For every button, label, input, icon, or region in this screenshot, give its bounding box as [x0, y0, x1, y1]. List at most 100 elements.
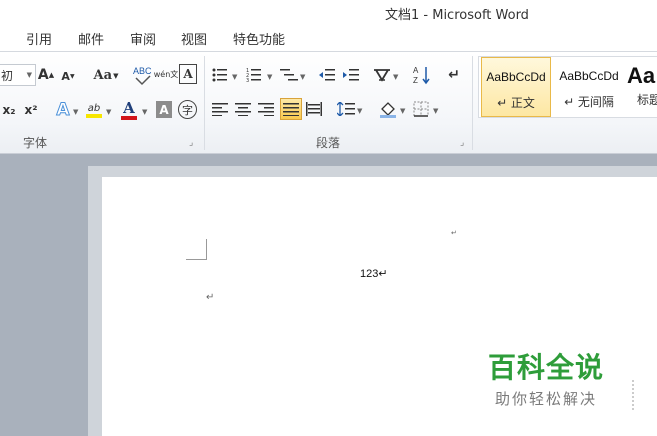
decrease-indent-button[interactable] [318, 66, 336, 84]
group-separator [472, 56, 473, 150]
line-spacing-icon [337, 102, 355, 116]
svg-text:3: 3 [246, 78, 249, 82]
style-sample: AaBbCcDd [559, 69, 619, 83]
align-left-icon [212, 103, 228, 116]
chevron-down-icon[interactable]: ▼ [433, 107, 438, 115]
clear-format-button[interactable]: ABC [131, 63, 153, 87]
text-effect-icon: A [56, 100, 70, 121]
style-heading[interactable]: Aa 标题 [627, 57, 657, 117]
window-title: 文档1 - Microsoft Word [385, 8, 529, 23]
multilevel-list-button[interactable] [279, 66, 299, 84]
paint-bucket-icon [380, 102, 396, 118]
svg-text:A: A [413, 66, 419, 75]
numbering-button[interactable]: 123 [245, 66, 263, 84]
down-arrow-icon: ▼ [69, 72, 75, 80]
style-name: ↵ 无间隔 [564, 95, 614, 109]
char-shading-button[interactable]: A [156, 101, 172, 118]
numbering-icon: 123 [246, 68, 261, 82]
align-right-icon [258, 103, 274, 116]
subscript-button[interactable]: x₂ [0, 100, 18, 120]
tab-references[interactable]: 引用 [26, 29, 52, 48]
svg-text:ABC: ABC [133, 66, 152, 76]
highlighter-icon: ab [87, 102, 101, 114]
font-size-box[interactable]: 初 ▼ [0, 64, 36, 86]
increase-indent-icon [343, 69, 359, 81]
enclose-char-button[interactable]: 字 [178, 100, 197, 119]
font-dialog-launcher-icon[interactable]: ⌟ [189, 138, 193, 148]
char-border-button[interactable]: A [179, 64, 197, 84]
font-size-value: 初 [1, 68, 14, 83]
chevron-down-icon[interactable]: ▼ [357, 107, 362, 115]
paragraph-dialog-launcher-icon[interactable]: ⌟ [460, 138, 464, 148]
watermark: 百科全说 助你轻松解决 [488, 346, 604, 409]
multilevel-list-icon [280, 69, 298, 81]
chevron-down-icon[interactable]: ▼ [232, 73, 237, 81]
increase-indent-button[interactable] [342, 66, 360, 84]
watermark-subtitle: 助你轻松解决 [495, 390, 598, 408]
chevron-down-icon: ▼ [113, 70, 119, 80]
shading-button[interactable] [378, 99, 398, 119]
svg-text:Z: Z [413, 76, 418, 85]
justify-button[interactable] [280, 98, 302, 120]
chinese-layout-button[interactable] [372, 65, 392, 85]
font-group-label: 字体 [23, 136, 48, 150]
phonetic-guide-icon: wén文 [153, 70, 179, 79]
chevron-down-icon[interactable]: ▼ [106, 108, 111, 116]
watermark-title: 百科全说 [488, 351, 605, 384]
style-name: ↵ 正文 [497, 96, 535, 110]
style-normal[interactable]: AaBbCcDd ↵ 正文 [481, 57, 551, 117]
style-no-spacing[interactable]: AaBbCcDd ↵ 无间隔 [553, 57, 625, 117]
justify-icon [283, 103, 299, 116]
chinese-layout-icon [374, 69, 390, 82]
style-name: 标题 [637, 93, 657, 107]
chevron-down-icon[interactable]: ▼ [400, 107, 405, 115]
chevron-down-icon: ▼ [26, 71, 32, 79]
paragraph-mark: ↵ [206, 292, 215, 303]
paragraph-mark-small: ↵ [451, 229, 457, 237]
distributed-icon [306, 102, 322, 116]
scrollbar-track[interactable] [632, 380, 636, 410]
paragraph-mark-icon: ↵ [448, 67, 460, 83]
change-case-button[interactable]: Aa ▼ [92, 65, 120, 85]
bullets-button[interactable] [211, 66, 229, 84]
document-text[interactable]: 123↵ [360, 267, 388, 280]
phonetic-guide-button[interactable]: wén文 [153, 62, 179, 88]
decrease-indent-icon [319, 69, 335, 81]
chevron-down-icon[interactable]: ▼ [73, 108, 78, 116]
style-sample: Aa [627, 63, 656, 88]
text-effect-button[interactable]: A [53, 99, 73, 121]
chevron-down-icon[interactable]: ▼ [300, 73, 305, 81]
distributed-button[interactable] [305, 100, 323, 118]
styles-gallery: AaBbCcDd ↵ 正文 AaBbCcDd ↵ 无间隔 Aa 标题 [478, 56, 657, 118]
chevron-down-icon[interactable]: ▼ [142, 108, 147, 116]
superscript-button[interactable]: x² [22, 100, 40, 120]
line-spacing-button[interactable] [337, 100, 355, 118]
align-left-button[interactable] [211, 100, 229, 118]
chevron-down-icon[interactable]: ▼ [393, 73, 398, 81]
tab-review[interactable]: 审阅 [130, 29, 156, 48]
borders-button[interactable] [412, 100, 430, 118]
tab-mailings[interactable]: 邮件 [78, 29, 104, 48]
grow-font-button[interactable]: A ▲ [38, 65, 54, 85]
font-color-button[interactable]: A [119, 98, 139, 122]
up-arrow-icon: ▲ [48, 71, 55, 79]
align-center-icon [235, 103, 251, 116]
title-bar: 文档1 - Microsoft Word [0, 0, 657, 24]
align-right-button[interactable] [257, 100, 275, 118]
borders-icon [413, 101, 429, 117]
font-color-bar [121, 115, 137, 120]
align-center-button[interactable] [234, 100, 252, 118]
clear-format-icon: ABC [133, 66, 152, 86]
ribbon-tabs: 引用 邮件 审阅 视图 特色功能 [0, 24, 657, 52]
sort-icon: AZ [413, 66, 430, 85]
highlight-button[interactable]: ab [84, 98, 104, 122]
tab-view[interactable]: 视图 [181, 29, 207, 48]
shrink-font-button[interactable]: A ▼ [60, 67, 76, 85]
group-separator [204, 56, 205, 150]
style-sample: AaBbCcDd [486, 70, 546, 84]
paragraph-group-label: 段落 [316, 136, 341, 150]
chevron-down-icon[interactable]: ▼ [267, 73, 272, 81]
show-marks-button[interactable]: ↵ [446, 65, 462, 85]
tab-special-features[interactable]: 特色功能 [233, 29, 285, 48]
sort-button[interactable]: AZ [412, 64, 432, 86]
